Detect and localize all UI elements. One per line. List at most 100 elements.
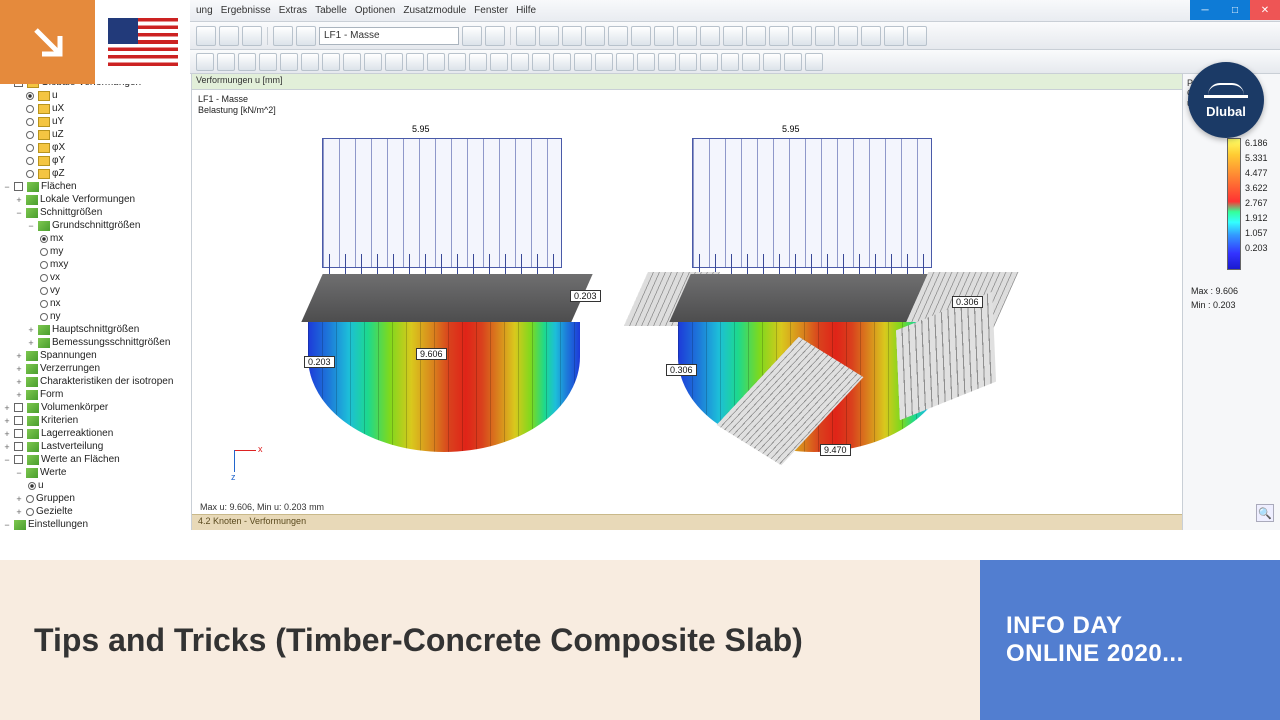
tree-label[interactable]: nx [50, 298, 61, 309]
menu-item[interactable]: Fenster [474, 5, 508, 16]
tool-icon[interactable] [385, 53, 403, 71]
tool-icon[interactable] [219, 26, 239, 46]
tree-label[interactable]: Einstellungen [28, 519, 88, 530]
tool-icon[interactable] [280, 53, 298, 71]
menu-item[interactable]: Ergebnisse [221, 5, 271, 16]
menu-item[interactable]: Tabelle [315, 5, 347, 16]
tool-icon[interactable] [196, 53, 214, 71]
loadcase-select[interactable] [319, 27, 459, 45]
maximize-button[interactable]: □ [1220, 0, 1250, 20]
menu-item[interactable]: Zusatzmodule [403, 5, 466, 16]
tree-label[interactable]: u [38, 480, 44, 491]
tree-label[interactable]: Lagerreaktionen [41, 428, 113, 439]
tree-label[interactable]: uX [52, 103, 64, 114]
tree-label[interactable]: Gezielte [36, 506, 73, 517]
tool-icon[interactable] [462, 26, 482, 46]
tool-icon[interactable] [884, 26, 904, 46]
tool-icon[interactable] [511, 53, 529, 71]
tool-icon[interactable] [637, 53, 655, 71]
tree-label[interactable]: Kriterien [41, 415, 78, 426]
tool-icon[interactable] [742, 53, 760, 71]
tool-icon[interactable] [539, 26, 559, 46]
tree-label[interactable]: my [50, 246, 63, 257]
tree-label[interactable]: Gruppen [36, 493, 75, 504]
tree-label[interactable]: Lokale Verformungen [40, 194, 135, 205]
tree-label[interactable]: Bemessungsschnittgrößen [52, 337, 170, 348]
viewport-3d[interactable]: Verformungen u [mm] LF1 - Masse Belastun… [192, 74, 1182, 530]
tool-icon[interactable] [723, 26, 743, 46]
tool-icon[interactable] [616, 53, 634, 71]
menu-item[interactable]: ung [196, 5, 213, 16]
tool-icon[interactable] [301, 53, 319, 71]
tree-label[interactable]: φX [52, 142, 65, 153]
tree-label[interactable]: u [52, 90, 58, 101]
tree-label[interactable]: uY [52, 116, 64, 127]
tool-icon[interactable] [700, 26, 720, 46]
tool-icon[interactable] [516, 26, 536, 46]
tool-icon[interactable] [448, 53, 466, 71]
tool-icon[interactable] [406, 53, 424, 71]
tool-icon[interactable] [861, 26, 881, 46]
tree-label[interactable]: Grundschnittgrößen [52, 220, 140, 231]
tool-icon[interactable] [343, 53, 361, 71]
tool-icon[interactable] [595, 53, 613, 71]
tool-icon[interactable] [769, 26, 789, 46]
tool-icon[interactable] [238, 53, 256, 71]
tree-label[interactable]: Werte [40, 467, 67, 478]
tool-icon[interactable] [585, 26, 605, 46]
tool-icon[interactable] [746, 26, 766, 46]
tool-icon[interactable] [490, 53, 508, 71]
tree-label[interactable]: Spannungen [40, 350, 97, 361]
tool-icon[interactable] [721, 53, 739, 71]
minimize-button[interactable]: ─ [1190, 0, 1220, 20]
tool-icon[interactable] [273, 26, 293, 46]
tree-label[interactable]: Flächen [41, 181, 77, 192]
zoom-icon[interactable]: 🔍 [1256, 504, 1274, 522]
tool-icon[interactable] [322, 53, 340, 71]
tree-label[interactable]: Volumenkörper [41, 402, 108, 413]
tool-icon[interactable] [217, 53, 235, 71]
tree-label[interactable]: Lastverteilung [41, 441, 103, 452]
tree-label[interactable]: φZ [52, 168, 65, 179]
tool-icon[interactable] [259, 53, 277, 71]
tree-label[interactable]: mxy [50, 259, 68, 270]
tool-icon[interactable] [553, 53, 571, 71]
tree-label[interactable]: Charakteristiken der isotropen [40, 376, 173, 387]
tool-icon[interactable] [574, 53, 592, 71]
tree-label[interactable]: Verzerrungen [40, 363, 100, 374]
tool-icon[interactable] [815, 26, 835, 46]
tool-icon[interactable] [792, 26, 812, 46]
tool-icon[interactable] [196, 26, 216, 46]
tool-icon[interactable] [763, 53, 781, 71]
tool-icon[interactable] [679, 53, 697, 71]
tree-label[interactable]: vx [50, 272, 60, 283]
tree-label[interactable]: Hauptschnittgrößen [52, 324, 139, 335]
tool-icon[interactable] [532, 53, 550, 71]
tool-icon[interactable] [805, 53, 823, 71]
result-tree[interactable]: −Globale Verformungen u uX uY uZ φX φY φ… [0, 74, 191, 530]
tool-icon[interactable] [469, 53, 487, 71]
menu-item[interactable]: Optionen [355, 5, 396, 16]
tool-icon[interactable] [562, 26, 582, 46]
tool-icon[interactable] [700, 53, 718, 71]
menu-item[interactable]: Extras [279, 5, 307, 16]
tool-icon[interactable] [907, 26, 927, 46]
tool-icon[interactable] [242, 26, 262, 46]
tool-icon[interactable] [658, 53, 676, 71]
close-button[interactable]: ✕ [1250, 0, 1280, 20]
tool-icon[interactable] [631, 26, 651, 46]
tool-icon[interactable] [364, 53, 382, 71]
tool-icon[interactable] [296, 26, 316, 46]
tree-label[interactable]: Form [40, 389, 63, 400]
tree-label[interactable]: mx [50, 233, 63, 244]
tree-label[interactable]: Werte an Flächen [41, 454, 120, 465]
tree-label[interactable]: φY [52, 155, 65, 166]
tool-icon[interactable] [654, 26, 674, 46]
tree-label[interactable]: Schnittgrößen [40, 207, 102, 218]
tool-icon[interactable] [784, 53, 802, 71]
tree-label[interactable]: vy [50, 285, 60, 296]
tool-icon[interactable] [427, 53, 445, 71]
tree-label[interactable]: ny [50, 311, 61, 322]
menu-item[interactable]: Hilfe [516, 5, 536, 16]
tool-icon[interactable] [838, 26, 858, 46]
